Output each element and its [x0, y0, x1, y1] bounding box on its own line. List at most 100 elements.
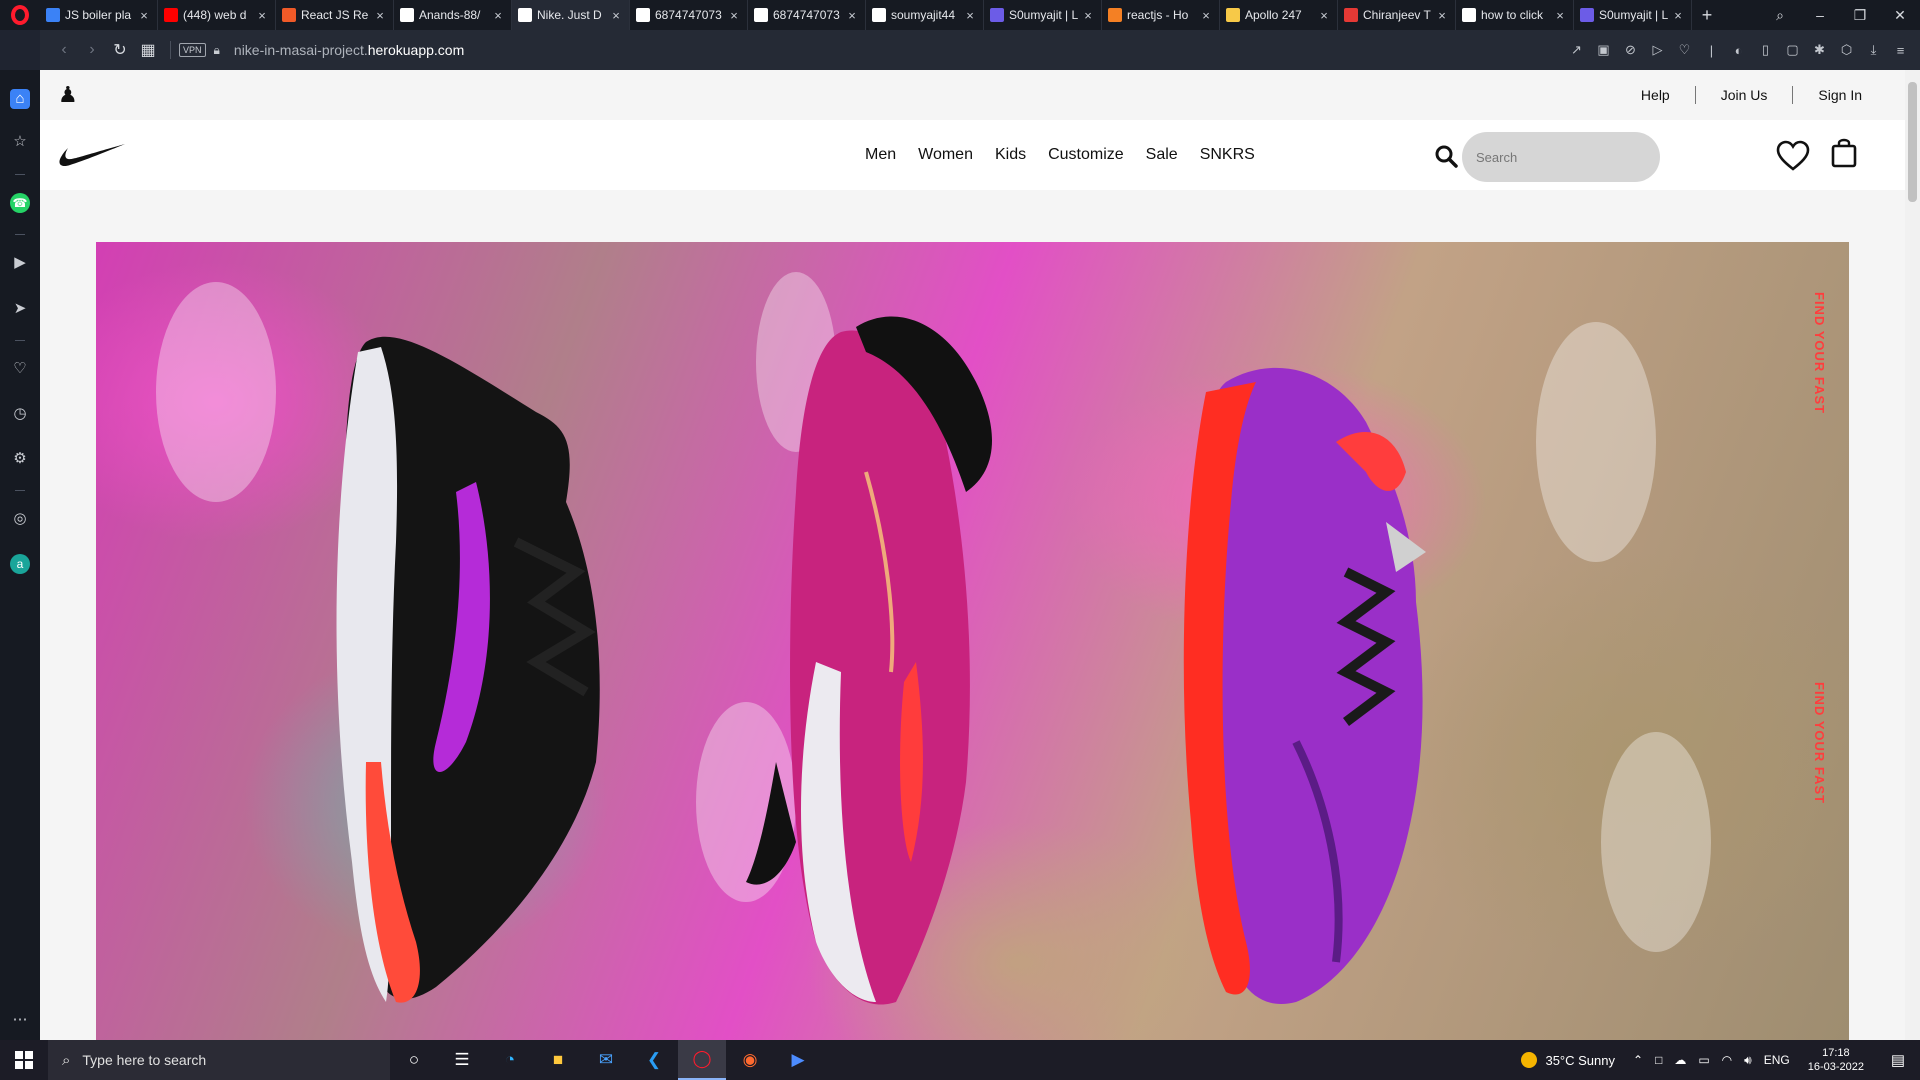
edge-icon[interactable]: ◔ — [486, 1040, 534, 1080]
history-clock-icon[interactable]: ◷ — [10, 404, 30, 424]
opera-taskbar-icon[interactable]: ◯ — [678, 1040, 726, 1080]
weather-text[interactable]: 35°C Sunny — [1545, 1053, 1615, 1068]
tips-bulb-icon[interactable]: ◎ — [10, 509, 30, 529]
browser-tab[interactable]: soumyajit44 × — [866, 0, 984, 30]
vscode-icon[interactable]: ❮ — [630, 1040, 678, 1080]
opera-menu-button[interactable] — [0, 0, 40, 30]
language-indicator[interactable]: ENG — [1764, 1053, 1790, 1067]
send-icon[interactable]: ▷ — [1644, 42, 1671, 58]
close-tab-icon[interactable]: × — [1435, 8, 1449, 23]
back-button[interactable]: ‹ — [50, 41, 78, 59]
zoom-icon[interactable]: ▶ — [774, 1040, 822, 1080]
aria-icon[interactable]: a — [10, 554, 30, 574]
forward-button[interactable]: › — [78, 41, 106, 59]
extension-icon[interactable]: ✱ — [1806, 42, 1833, 58]
search-icon[interactable] — [1434, 144, 1458, 168]
close-tab-icon[interactable]: × — [1081, 8, 1095, 23]
browser-tab[interactable]: JS boiler pla × — [40, 0, 158, 30]
share-icon[interactable]: ↗ — [1563, 42, 1590, 58]
adblock-icon[interactable]: ⊘ — [1617, 42, 1644, 58]
tab-search-icon[interactable]: ⌕ — [1760, 7, 1800, 24]
nav-men[interactable]: Men — [854, 146, 907, 164]
browser-tab[interactable]: S0umyajit | L × — [1574, 0, 1692, 30]
speed-dial-icon[interactable]: ☆ — [10, 132, 30, 152]
easy-setup-icon[interactable]: ≡ — [1887, 43, 1914, 58]
nav-kids[interactable]: Kids — [984, 146, 1037, 164]
nike-swoosh-logo-icon[interactable] — [58, 142, 126, 168]
file-explorer-icon[interactable]: ■ — [534, 1040, 582, 1080]
close-tab-icon[interactable]: × — [137, 8, 151, 23]
note-icon[interactable]: ▯ — [1752, 42, 1779, 58]
browser-tab[interactable]: Nike. Just D × — [512, 0, 630, 30]
favorites-heart-icon[interactable] — [1776, 140, 1810, 172]
nav-women[interactable]: Women — [907, 146, 984, 164]
close-tab-icon[interactable]: × — [963, 8, 977, 23]
tab-grid-icon[interactable]: ▦ — [134, 40, 162, 60]
start-button[interactable] — [0, 1040, 48, 1080]
nav-customize[interactable]: Customize — [1037, 146, 1135, 164]
close-tab-icon[interactable]: × — [1671, 8, 1685, 23]
shopping-bag-icon[interactable] — [1830, 136, 1858, 168]
more-options-icon[interactable]: ⋯ — [10, 1010, 30, 1030]
url-field[interactable]: nike-in-masai-project.herokuapp.com — [234, 42, 464, 58]
home-icon[interactable]: ⌂ — [10, 89, 30, 109]
onedrive-cloud-icon[interactable]: ☁ — [1674, 1053, 1686, 1067]
lock-icon[interactable]: 🔒︎ — [214, 43, 220, 58]
battery-icon[interactable]: ▭ — [1698, 1053, 1709, 1067]
close-tab-icon[interactable]: × — [1317, 8, 1331, 23]
browser-tab[interactable]: how to click × — [1456, 0, 1574, 30]
task-view-icon[interactable]: ☰ — [438, 1040, 486, 1080]
weather-sun-icon[interactable] — [1521, 1052, 1538, 1068]
meet-now-icon[interactable]: □ — [1655, 1053, 1662, 1067]
hero-banner[interactable]: FIND YOUR FAST FIND YOUR FAST — [96, 242, 1849, 1040]
mail-icon[interactable]: ✉ — [582, 1040, 630, 1080]
browser-tab[interactable]: React JS Re × — [276, 0, 394, 30]
browser-tab[interactable]: reactjs - Ho × — [1102, 0, 1220, 30]
screenshot-icon[interactable]: ▢ — [1779, 42, 1806, 58]
tray-chevron-icon[interactable]: ⌃ — [1633, 1053, 1643, 1067]
browser-tab[interactable]: Apollo 247 × — [1220, 0, 1338, 30]
close-tab-icon[interactable]: × — [845, 8, 859, 23]
close-tab-icon[interactable]: × — [491, 8, 505, 23]
postman-icon[interactable]: ◉ — [726, 1040, 774, 1080]
join-us-link[interactable]: Join Us — [1696, 87, 1793, 103]
browser-tab[interactable]: S0umyajit | L × — [984, 0, 1102, 30]
taskbar-search[interactable]: ⌕ Type here to search — [48, 1040, 390, 1080]
page-scrollbar[interactable] — [1905, 70, 1920, 1040]
search-input[interactable] — [1462, 132, 1660, 182]
bookmark-heart-icon[interactable]: ♡ — [1671, 42, 1698, 58]
browser-tab[interactable]: Chiranjeev T × — [1338, 0, 1456, 30]
cube-icon[interactable]: ⬡ — [1833, 42, 1860, 58]
sign-in-link[interactable]: Sign In — [1793, 87, 1887, 103]
browser-tab[interactable]: (448) web d × — [158, 0, 276, 30]
send-sidebar-icon[interactable]: ➤ — [10, 299, 30, 319]
download-icon[interactable]: ⤓ — [1860, 42, 1887, 58]
close-window-button[interactable]: ✕ — [1880, 7, 1920, 24]
close-tab-icon[interactable]: × — [373, 8, 387, 23]
close-tab-icon[interactable]: × — [1553, 8, 1567, 23]
new-tab-button[interactable]: + — [1692, 5, 1722, 26]
reload-button[interactable]: ↻ — [106, 40, 134, 60]
jordan-logo-icon[interactable]: ♟ — [58, 82, 78, 108]
notifications-icon[interactable]: ▤ — [1876, 1051, 1920, 1069]
browser-tab[interactable]: 6874747073 × — [748, 0, 866, 30]
wifi-icon[interactable]: ◠ — [1722, 1053, 1732, 1067]
whatsapp-icon[interactable]: ☎ — [10, 193, 30, 213]
restore-button[interactable]: ❐ — [1840, 7, 1880, 24]
close-tab-icon[interactable]: × — [609, 8, 623, 23]
clock[interactable]: 17:18 16-03-2022 — [1808, 1046, 1864, 1074]
volume-icon[interactable]: 🔊︎ — [1744, 1053, 1752, 1068]
camera-icon[interactable]: ▣ — [1590, 42, 1617, 58]
close-tab-icon[interactable]: × — [1199, 8, 1213, 23]
vpn-badge[interactable]: VPN — [179, 43, 206, 57]
settings-gear-icon[interactable]: ⚙ — [10, 449, 30, 469]
player-icon[interactable]: ▶ — [10, 253, 30, 273]
scrollbar-thumb[interactable] — [1908, 82, 1917, 202]
bookmarks-heart-icon[interactable]: ♡ — [10, 359, 30, 379]
color-wheel-icon[interactable]: ◐ — [1725, 43, 1752, 58]
browser-tab[interactable]: 6874747073 × — [630, 0, 748, 30]
minimize-button[interactable]: – — [1800, 7, 1840, 23]
nav-sale[interactable]: Sale — [1135, 146, 1189, 164]
close-tab-icon[interactable]: × — [727, 8, 741, 23]
close-tab-icon[interactable]: × — [255, 8, 269, 23]
